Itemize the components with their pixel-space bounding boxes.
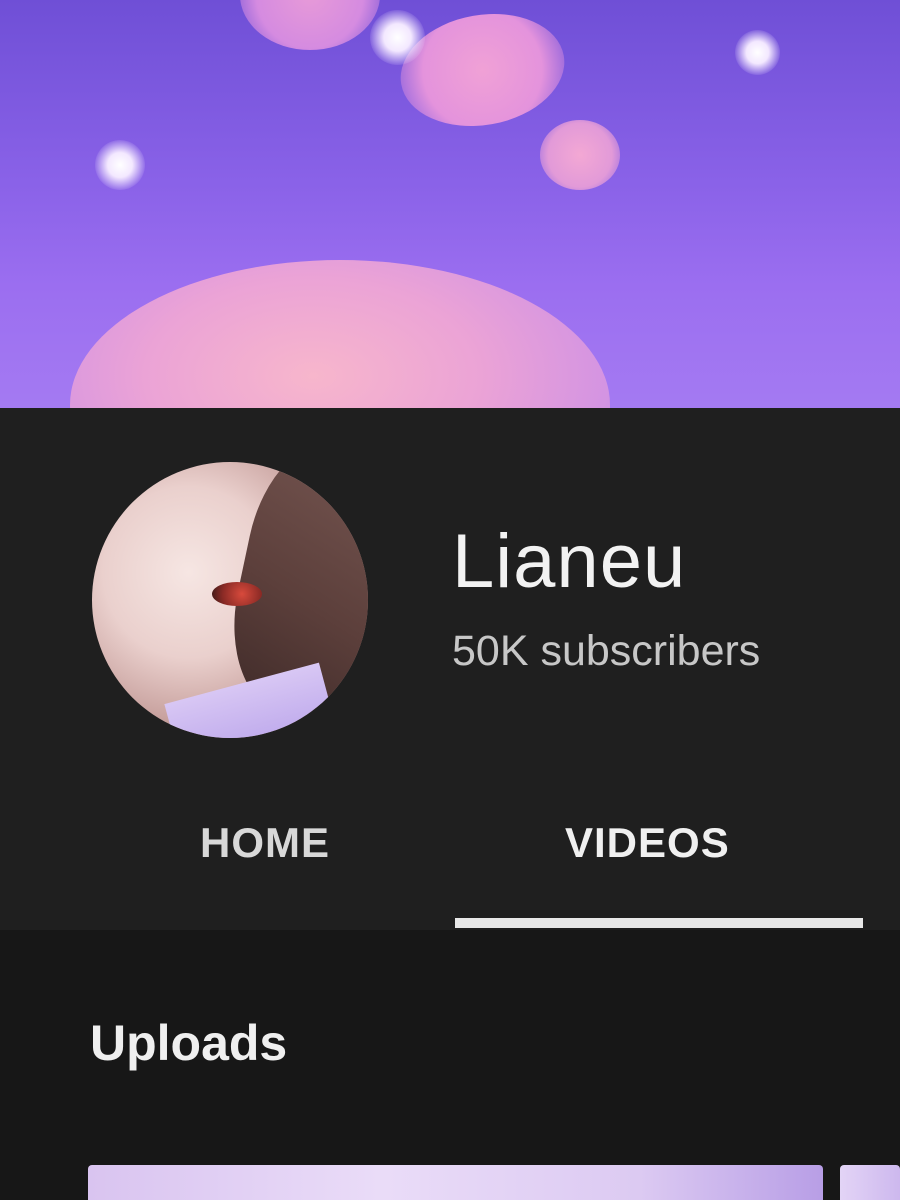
video-thumbnail[interactable]: [840, 1165, 900, 1200]
tab-home[interactable]: HOME: [200, 822, 330, 864]
avatar-eye: [212, 582, 262, 606]
subscriber-count: 50K subscribers: [452, 627, 761, 675]
channel-name: Lianeu: [452, 519, 687, 604]
section-title-uploads: Uploads: [90, 1015, 288, 1071]
banner-sparkle: [735, 30, 780, 75]
channel-page: Lianeu 50K subscribers HOME VIDEOS Uploa…: [0, 0, 900, 1200]
video-thumbnail[interactable]: [88, 1165, 823, 1200]
banner-sparkle: [370, 10, 425, 65]
banner-petal: [240, 0, 380, 50]
banner-petal: [540, 120, 620, 190]
channel-avatar[interactable]: [92, 462, 368, 738]
channel-tabs: HOME VIDEOS: [0, 800, 900, 930]
tab-videos[interactable]: VIDEOS: [565, 822, 730, 864]
banner-petal: [70, 260, 610, 408]
banner-sparkle: [95, 140, 145, 190]
channel-banner: [0, 0, 900, 408]
tab-selected-indicator: [455, 918, 863, 928]
